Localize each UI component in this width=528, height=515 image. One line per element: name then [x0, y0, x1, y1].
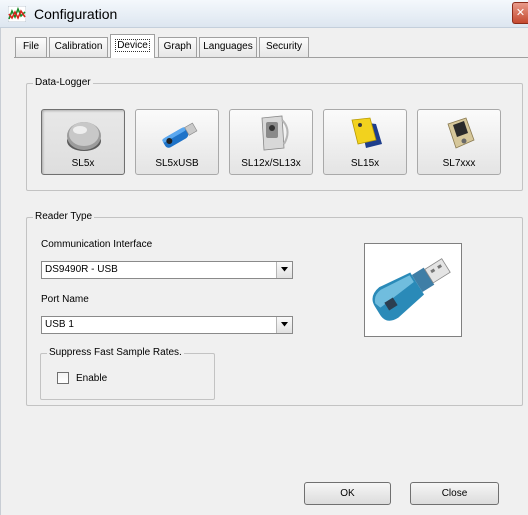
device-label: SL15x	[350, 158, 380, 169]
reader-type-group: Reader Type Communication Interface DS94…	[26, 211, 523, 406]
window-title: Configuration	[34, 6, 118, 22]
tab-strip: File Calibration Device Graph Languages …	[1, 28, 528, 58]
chevron-down-icon	[281, 267, 288, 272]
device-label: SL12x/SL13x	[241, 158, 301, 169]
chevron-down-icon	[281, 322, 288, 327]
suppress-group-title: Suppress Fast Sample Rates.	[47, 347, 184, 359]
display-logger-icon	[447, 117, 475, 149]
reader-preview-image	[364, 243, 462, 337]
device-button-sl5xusb[interactable]: SL5xUSB	[135, 109, 219, 175]
port-name-value: USB 1	[45, 319, 74, 330]
tab-calibration[interactable]: Calibration	[49, 37, 108, 57]
wall-logger-icon	[261, 115, 289, 151]
chart-icon	[8, 6, 26, 22]
comm-interface-label: Communication Interface	[41, 239, 153, 250]
data-logger-group-title: Data-Logger	[33, 77, 93, 89]
device-button-sl12x-sl13x[interactable]: SL12x/SL13x	[229, 109, 313, 175]
tab-security[interactable]: Security	[259, 37, 309, 57]
comm-interface-value: DS9490R - USB	[45, 264, 118, 275]
device-label: SL5xUSB	[155, 158, 199, 169]
enable-checkbox[interactable]	[57, 372, 69, 384]
device-button-sl7xxx[interactable]: SL7xxx	[417, 109, 501, 175]
device-label: SL7xxx	[442, 158, 476, 169]
button-logger-icon	[67, 122, 101, 151]
comm-interface-select[interactable]: DS9490R - USB	[41, 261, 293, 279]
port-name-label: Port Name	[41, 294, 89, 305]
suppress-fast-sample-rates-group: Suppress Fast Sample Rates. Enable	[40, 347, 215, 400]
tab-graph[interactable]: Graph	[158, 37, 197, 57]
port-name-dropdown-button[interactable]	[276, 317, 292, 333]
enable-checkbox-label[interactable]: Enable	[76, 373, 107, 384]
device-button-sl5x[interactable]: SL5x	[41, 109, 125, 175]
data-logger-group: Data-Logger SL5x SL5xUSB SL12x/SL13x SL1…	[26, 77, 523, 191]
ok-button[interactable]: OK	[304, 482, 391, 505]
comm-interface-dropdown-button[interactable]	[276, 262, 292, 278]
tab-device[interactable]: Device	[110, 34, 155, 58]
tab-label: Calibration	[54, 41, 103, 52]
tab-languages[interactable]: Languages	[199, 37, 257, 57]
port-name-select[interactable]: USB 1	[41, 316, 293, 334]
dialog-body: File Calibration Device Graph Languages …	[0, 28, 528, 515]
device-label: SL5x	[71, 158, 95, 169]
reader-type-group-title: Reader Type	[33, 211, 95, 223]
window-close-button[interactable]: ✕	[512, 2, 528, 24]
tab-label: Graph	[163, 41, 192, 52]
tag-logger-icon	[351, 117, 382, 148]
close-button[interactable]: Close	[410, 482, 499, 505]
tab-label: Languages	[203, 41, 253, 52]
title-bar: Configuration ✕	[0, 0, 528, 28]
usb-reader-icon	[372, 258, 451, 321]
tab-label: Security	[265, 41, 303, 52]
tab-label: File	[22, 41, 40, 52]
device-tab-panel: Data-Logger SL5x SL5xUSB SL12x/SL13x SL1…	[14, 57, 528, 515]
tab-label: Device	[115, 39, 150, 52]
usb-stick-icon	[162, 122, 198, 148]
tab-file[interactable]: File	[15, 37, 47, 57]
device-button-sl15x[interactable]: SL15x	[323, 109, 407, 175]
